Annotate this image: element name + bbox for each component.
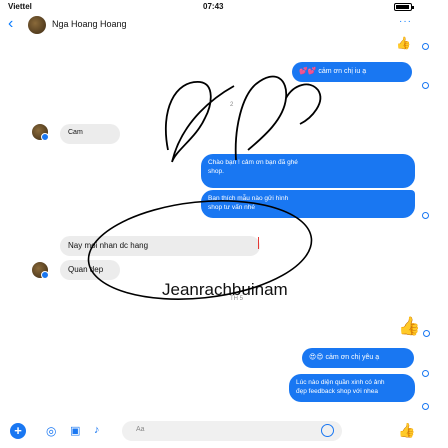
message-input[interactable]: Aa — [122, 421, 342, 441]
camera-icon[interactable]: ◎ — [46, 424, 56, 438]
mic-icon[interactable]: ♪ — [94, 424, 100, 436]
scribble-line — [285, 83, 322, 125]
input-placeholder: Aa — [136, 426, 145, 433]
circle-highlight — [87, 200, 313, 300]
scribble-line — [164, 81, 235, 163]
scribble-line — [234, 75, 288, 161]
like-icon[interactable]: 👍 — [398, 422, 415, 439]
image-icon[interactable]: ▣ — [70, 424, 80, 437]
message-composer: + ◎ ▣ ♪ Aa 👍 — [0, 417, 448, 448]
emoji-icon[interactable] — [321, 424, 334, 437]
handwritten-annotation — [87, 75, 322, 300]
plus-icon[interactable]: + — [10, 423, 26, 439]
